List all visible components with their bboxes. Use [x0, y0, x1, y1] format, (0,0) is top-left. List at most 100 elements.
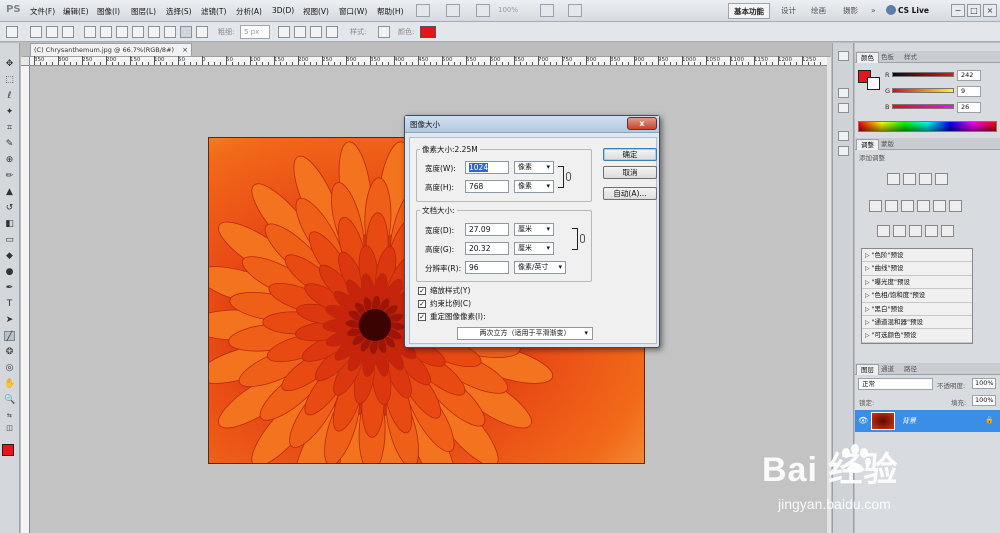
close-tab-icon[interactable]: ×: [182, 44, 188, 56]
resample-checkbox[interactable]: ✓ 重定图像像素(I):: [418, 312, 588, 322]
resample-check[interactable]: ✓: [418, 313, 426, 321]
menu-image[interactable]: 图像(I): [97, 6, 120, 17]
brush-tool-icon[interactable]: ✏: [4, 171, 15, 181]
red-value[interactable]: 242: [957, 70, 981, 81]
tab-styles[interactable]: 样式: [900, 52, 921, 63]
resolution-unit-select[interactable]: 像素/英寸: [514, 261, 566, 274]
red-slider[interactable]: [892, 72, 954, 77]
intersect-area-icon[interactable]: [326, 26, 338, 38]
add-area-icon[interactable]: [294, 26, 306, 38]
screen-mode-icon[interactable]: [568, 4, 582, 17]
tab-layers[interactable]: 图层: [856, 364, 879, 375]
photo-filter-icon[interactable]: [933, 200, 946, 212]
gradient-icon[interactable]: ▭: [4, 235, 15, 245]
tab-adjustments[interactable]: 调整: [856, 139, 879, 150]
ok-button[interactable]: 确定: [603, 148, 657, 161]
height-unit-select[interactable]: 像素: [514, 180, 554, 193]
rounded-rect-icon[interactable]: [132, 26, 144, 38]
constrain-checkbox[interactable]: ✓ 约束比例(C): [418, 299, 588, 309]
doc-width-input[interactable]: 27.09: [465, 223, 509, 236]
dodge-tool-icon[interactable]: ●: [4, 267, 15, 277]
bridge-icon[interactable]: [416, 4, 430, 17]
color-spectrum[interactable]: [858, 121, 997, 132]
healing-brush-icon[interactable]: ⊕: [4, 155, 15, 165]
magic-wand-icon[interactable]: ✦: [4, 107, 15, 117]
close-button[interactable]: ×: [983, 4, 997, 17]
dialog-close-button[interactable]: x: [627, 117, 657, 130]
workspace-design[interactable]: 设计: [776, 3, 801, 19]
3d-rotate-icon[interactable]: ❂: [4, 347, 15, 357]
rectangle-icon[interactable]: [116, 26, 128, 38]
pen-tool-icon[interactable]: ✒: [4, 283, 15, 293]
preset-levels[interactable]: "色阶"预设: [862, 249, 972, 263]
clone-stamp-icon[interactable]: ▲: [4, 187, 15, 197]
vibrance-icon[interactable]: [869, 200, 882, 212]
scale-styles-check[interactable]: ✓: [418, 287, 426, 295]
menu-edit[interactable]: 编辑(E): [63, 6, 89, 17]
weight-input[interactable]: 5 px: [240, 25, 270, 39]
marquee-tool-icon[interactable]: ⬚: [4, 75, 15, 85]
menu-select[interactable]: 选择(S): [166, 6, 192, 17]
mini-bridge-icon[interactable]: [446, 4, 460, 17]
zoom-level[interactable]: 100%: [498, 6, 518, 14]
workspace-painting[interactable]: 绘画: [806, 3, 831, 19]
channel-mixer-icon[interactable]: [949, 200, 962, 212]
paths-icon[interactable]: [46, 26, 58, 38]
fill-input[interactable]: 100%: [972, 395, 996, 406]
collapse-panels-icon[interactable]: [838, 51, 849, 61]
menu-help[interactable]: 帮助(H): [377, 6, 404, 17]
cs-live-button[interactable]: CS Live: [898, 6, 929, 15]
line-shape-tool-icon[interactable]: ╱: [4, 331, 15, 342]
invert-icon[interactable]: [877, 225, 890, 237]
visibility-eye-icon[interactable]: 👁: [858, 416, 868, 425]
paragraph-panel-icon[interactable]: [838, 146, 849, 156]
hue-saturation-icon[interactable]: [885, 200, 898, 212]
preset-channel-mixer[interactable]: "通道混和器"预设: [862, 316, 972, 330]
arrange-icon[interactable]: [540, 4, 554, 17]
doc-height-unit-select[interactable]: 厘米: [514, 242, 554, 255]
line-shape-icon[interactable]: [180, 26, 192, 38]
resolution-input[interactable]: 96: [465, 261, 509, 274]
subtract-area-icon[interactable]: [310, 26, 322, 38]
blur-tool-icon[interactable]: ◆: [4, 251, 15, 261]
levels-icon[interactable]: [903, 173, 916, 185]
color-balance-icon[interactable]: [901, 200, 914, 212]
tab-color[interactable]: 颜色: [856, 52, 879, 63]
menu-filter[interactable]: 滤镜(T): [201, 6, 226, 17]
lasso-tool-icon[interactable]: ℓ: [4, 91, 15, 101]
shape-layers-icon[interactable]: [30, 26, 42, 38]
menu-view[interactable]: 视图(V): [303, 6, 329, 17]
crop-tool-icon[interactable]: ⌗: [4, 123, 15, 133]
doc-width-unit-select[interactable]: 厘米: [514, 223, 554, 236]
curves-icon[interactable]: [919, 173, 932, 185]
ellipse-icon[interactable]: [148, 26, 160, 38]
actions-panel-icon[interactable]: [838, 103, 849, 113]
style-picker-icon[interactable]: [378, 26, 390, 38]
minimize-button[interactable]: −: [951, 4, 965, 17]
tab-swatches[interactable]: 色板: [877, 52, 898, 63]
character-panel-icon[interactable]: [838, 131, 849, 141]
eyedropper-icon[interactable]: ✎: [4, 139, 15, 149]
3d-camera-icon[interactable]: ◎: [4, 363, 15, 373]
tab-masks[interactable]: 蒙版: [877, 139, 898, 150]
history-brush-icon[interactable]: ↺: [4, 203, 15, 213]
menu-file[interactable]: 文件(F): [30, 6, 55, 17]
black-white-icon[interactable]: [917, 200, 930, 212]
menu-window[interactable]: 窗口(W): [339, 6, 367, 17]
layer-background-row[interactable]: 👁 背景 🔒: [855, 410, 1000, 432]
workspace-photography[interactable]: 摄影: [838, 3, 863, 19]
constrain-check[interactable]: ✓: [418, 300, 426, 308]
menu-analysis[interactable]: 分析(A): [236, 6, 262, 17]
green-value[interactable]: 9: [957, 86, 981, 97]
zoom-tool-icon[interactable]: 🔍: [4, 395, 15, 405]
workspace-essentials[interactable]: 基本功能: [728, 3, 770, 19]
hand-tool-icon[interactable]: ✋: [4, 379, 15, 389]
exposure-icon[interactable]: [935, 173, 948, 185]
preset-exposure[interactable]: "曝光度"预设: [862, 276, 972, 290]
more-workspaces-icon[interactable]: »: [866, 3, 881, 19]
hand-icon[interactable]: [476, 4, 490, 17]
gradient-map-icon[interactable]: [925, 225, 938, 237]
cancel-button[interactable]: 取消: [603, 166, 657, 179]
width-unit-select[interactable]: 像素: [514, 161, 554, 174]
green-slider[interactable]: [892, 88, 954, 93]
